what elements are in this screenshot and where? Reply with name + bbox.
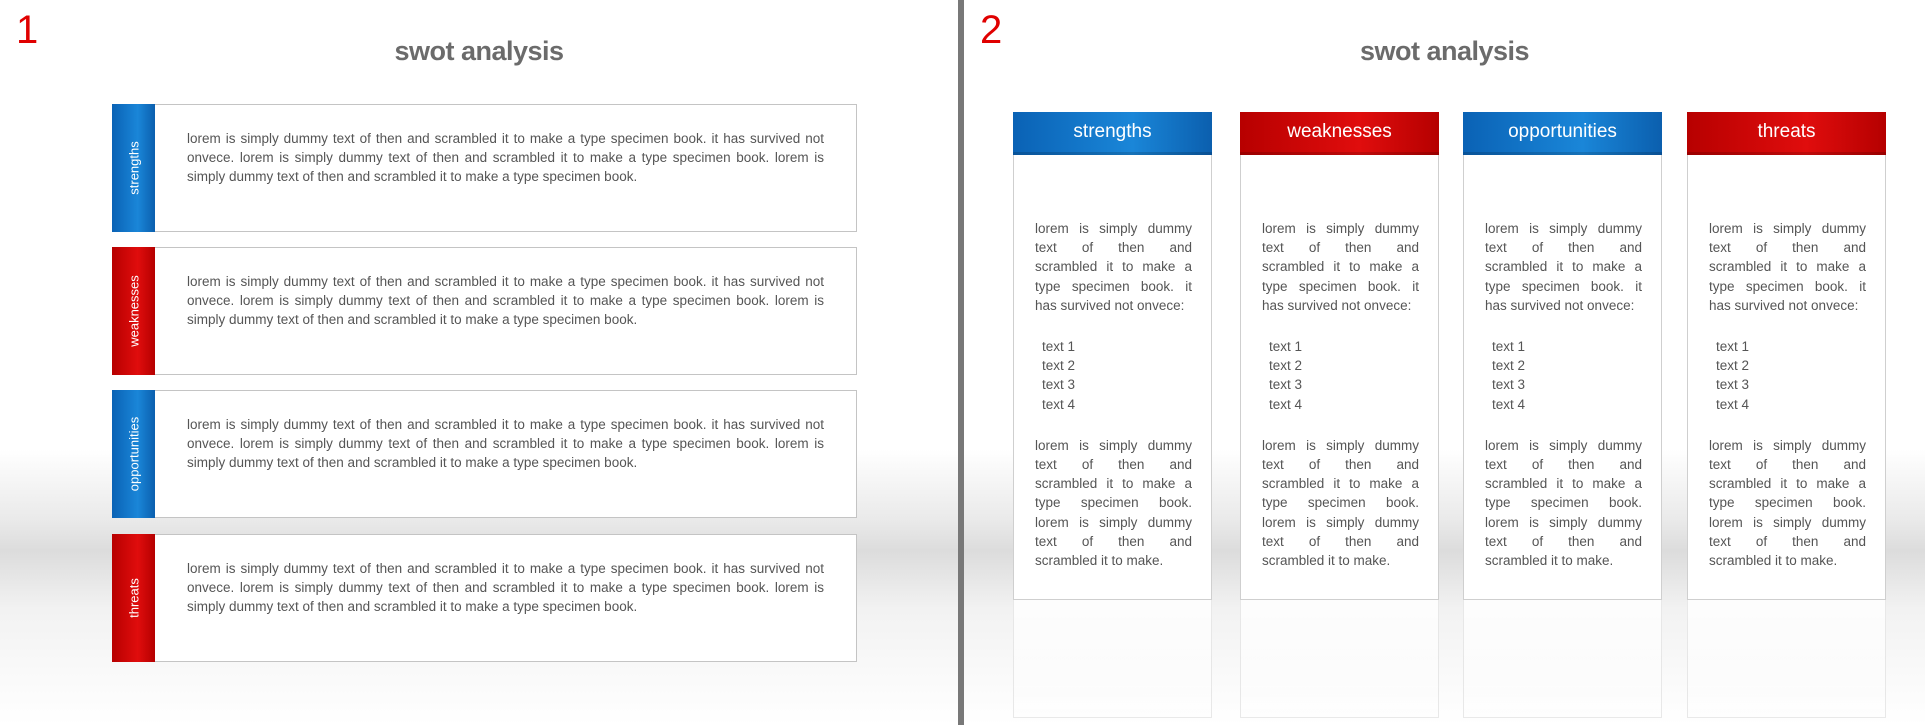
item-list: text 1 text 2 text 3 text 4 bbox=[1042, 337, 1192, 414]
item-list: text 1 text 2 text 3 text 4 bbox=[1492, 337, 1642, 414]
intro-text: lorem is simply dummy text of then and s… bbox=[1709, 221, 1866, 313]
row-tab: strengths bbox=[112, 104, 155, 232]
swot-row-weaknesses: weaknesses lorem is simply dummy text of … bbox=[112, 247, 857, 375]
column-header: opportunities bbox=[1463, 112, 1662, 155]
row-label: threats bbox=[126, 578, 141, 618]
list-item: text 3 bbox=[1269, 377, 1303, 393]
list-item: text 3 bbox=[1042, 377, 1076, 393]
list-item: text 2 bbox=[1716, 358, 1750, 374]
slide-title: swot analysis bbox=[1359, 36, 1530, 66]
outro-text: lorem is simply dummy text of then and s… bbox=[1035, 437, 1192, 569]
swot-column-strengths: strengths lorem is simply dummy text of t… bbox=[1013, 112, 1212, 718]
row-label: opportunities bbox=[126, 416, 141, 492]
row-label: strengths bbox=[126, 141, 141, 195]
intro-text: lorem is simply dummy text of then and s… bbox=[1485, 221, 1642, 313]
column-reflection bbox=[1013, 600, 1212, 718]
row-text: lorem is simply dummy text of then and s… bbox=[187, 274, 824, 327]
swot-column-weaknesses: weaknesses lorem is simply dummy text of … bbox=[1240, 112, 1439, 718]
column-body: lorem is simply dummy text of then and s… bbox=[1687, 155, 1886, 600]
outro-text: lorem is simply dummy text of then and s… bbox=[1709, 437, 1866, 569]
column-reflection bbox=[1463, 600, 1662, 718]
column-header: weaknesses bbox=[1240, 112, 1439, 155]
list-item: text 2 bbox=[1042, 358, 1076, 374]
list-item: text 2 bbox=[1269, 358, 1303, 374]
slide-title: swot analysis bbox=[394, 36, 564, 66]
list-item: text 1 bbox=[1042, 339, 1076, 355]
column-body: lorem is simply dummy text of then and s… bbox=[1013, 155, 1212, 600]
outro-text: lorem is simply dummy text of then and s… bbox=[1262, 437, 1419, 569]
column-reflection bbox=[1240, 600, 1439, 718]
row-tab: threats bbox=[112, 534, 155, 662]
list-item: text 2 bbox=[1492, 358, 1526, 374]
swot-row-threats: threats lorem is simply dummy text of the… bbox=[112, 534, 857, 662]
list-item: text 1 bbox=[1716, 339, 1750, 355]
intro-text: lorem is simply dummy text of then and s… bbox=[1035, 221, 1192, 313]
item-list: text 1 text 2 text 3 text 4 bbox=[1716, 337, 1866, 414]
list-item: text 3 bbox=[1716, 377, 1750, 393]
swot-column-threats: threats lorem is simply dummy text of the… bbox=[1687, 112, 1886, 718]
list-item: text 3 bbox=[1492, 377, 1526, 393]
row-text: lorem is simply dummy text of then and s… bbox=[187, 131, 824, 184]
item-list: text 1 text 2 text 3 text 4 bbox=[1269, 337, 1419, 414]
column-reflection bbox=[1687, 600, 1886, 718]
slide-1[interactable]: 1 swot analysis strengths lorem is simply… bbox=[0, 0, 958, 725]
list-item: text 4 bbox=[1492, 396, 1526, 412]
list-item: text 1 bbox=[1269, 339, 1303, 355]
outro-text: lorem is simply dummy text of then and s… bbox=[1485, 437, 1642, 569]
slide-2[interactable]: 2 swot analysis strengths lorem is simply… bbox=[964, 0, 1925, 725]
swot-row-strengths: strengths lorem is simply dummy text of t… bbox=[112, 104, 857, 232]
column-body: lorem is simply dummy text of then and s… bbox=[1463, 155, 1662, 600]
list-item: text 4 bbox=[1042, 396, 1076, 412]
list-item: text 1 bbox=[1492, 339, 1526, 355]
swot-column-opportunities: opportunities lorem is simply dummy text … bbox=[1463, 112, 1662, 718]
row-text: lorem is simply dummy text of then and s… bbox=[187, 561, 824, 614]
list-item: text 4 bbox=[1269, 396, 1303, 412]
column-header: strengths bbox=[1013, 112, 1212, 155]
row-tab: opportunities bbox=[112, 390, 155, 518]
list-item: text 4 bbox=[1716, 396, 1750, 412]
row-label: weaknesses bbox=[126, 275, 141, 347]
row-text: lorem is simply dummy text of then and s… bbox=[187, 417, 824, 470]
column-body: lorem is simply dummy text of then and s… bbox=[1240, 155, 1439, 600]
column-header: threats bbox=[1687, 112, 1886, 155]
intro-text: lorem is simply dummy text of then and s… bbox=[1262, 221, 1419, 313]
row-tab: weaknesses bbox=[112, 247, 155, 375]
swot-row-opportunities: opportunities lorem is simply dummy text … bbox=[112, 390, 857, 518]
